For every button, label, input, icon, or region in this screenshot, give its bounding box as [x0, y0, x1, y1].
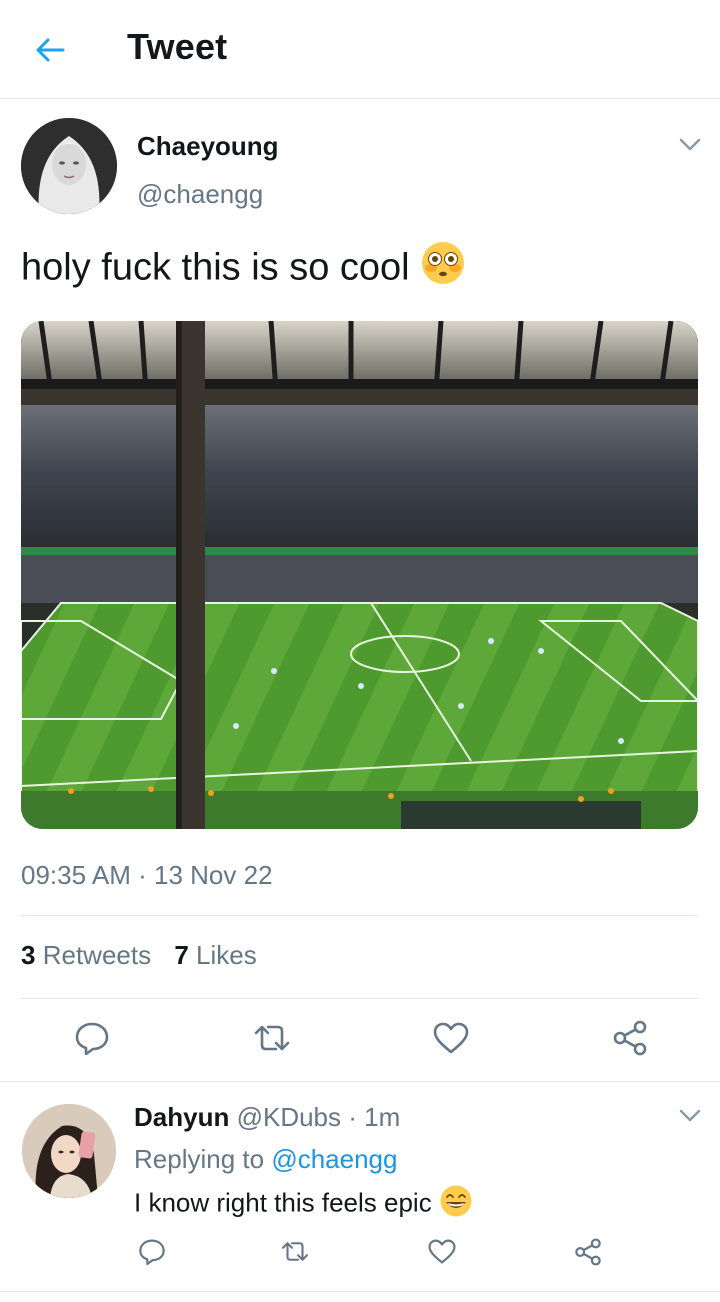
divider — [21, 998, 698, 999]
tweet-text-content: holy fuck this is so cool — [21, 246, 410, 289]
reply-text: I know right this feels epic — [134, 1184, 473, 1225]
divider — [0, 1291, 720, 1292]
reply-avatar[interactable] — [22, 1104, 116, 1198]
chevron-down-icon[interactable] — [676, 1102, 704, 1130]
reply-icon — [138, 1238, 166, 1270]
top-bar — [0, 0, 720, 99]
share-icon — [574, 1237, 602, 1271]
divider — [21, 915, 698, 916]
retweets-count: 3 — [21, 940, 36, 970]
divider — [0, 1081, 720, 1082]
reply-separator: · — [348, 1102, 357, 1132]
retweets-link[interactable]: 3 Retweets — [21, 940, 151, 970]
retweet-icon — [280, 1240, 310, 1268]
reply-reply-button[interactable] — [134, 1236, 170, 1272]
grinning-face-emoji-icon — [439, 1184, 473, 1225]
author-name[interactable]: Chaeyoung — [137, 131, 279, 162]
tweet-photo[interactable] — [21, 321, 698, 829]
replying-to-label: Replying to — [134, 1144, 265, 1174]
tweet-text: holy fuck this is so cool — [21, 240, 466, 299]
back-arrow-icon[interactable] — [30, 30, 70, 70]
retweet-icon — [252, 1023, 292, 1058]
likes-link[interactable]: 7 Likes — [174, 940, 256, 970]
retweets-label: Retweets — [42, 940, 152, 970]
reply-text-content: I know right this feels epic — [134, 1187, 432, 1218]
tweet-time: 09:35 AM — [21, 860, 131, 890]
like-button[interactable] — [430, 1020, 472, 1060]
tweet-stats: 3 Retweets 7 Likes — [21, 940, 257, 971]
reply-like-button[interactable] — [424, 1236, 460, 1272]
retweet-button[interactable] — [248, 1020, 296, 1060]
timestamp-separator: · — [138, 860, 147, 890]
reply-author-handle[interactable]: @KDubs — [237, 1102, 341, 1132]
reply-button[interactable] — [70, 1020, 114, 1060]
reply-author-name[interactable]: Dahyun — [134, 1102, 229, 1132]
reply-share-button[interactable] — [570, 1236, 606, 1272]
tweet-timestamp: 09:35 AM · 13 Nov 22 — [21, 860, 273, 891]
heart-icon — [428, 1239, 456, 1269]
page-title: Tweet — [127, 26, 228, 67]
replying-to: Replying to @chaengg — [134, 1144, 397, 1175]
tweet-date: 13 Nov 22 — [154, 860, 273, 890]
reply-header: Dahyun @KDubs · 1m — [134, 1102, 400, 1133]
likes-count: 7 — [174, 940, 189, 970]
replying-to-handle[interactable]: @chaengg — [271, 1144, 397, 1174]
share-icon — [612, 1020, 648, 1061]
share-button[interactable] — [610, 1020, 650, 1060]
reply-time: 1m — [364, 1102, 401, 1132]
reply-icon — [74, 1021, 110, 1060]
reply-retweet-button[interactable] — [277, 1236, 313, 1272]
flushed-face-emoji-icon — [420, 240, 466, 299]
likes-label: Likes — [196, 940, 257, 970]
heart-icon — [433, 1022, 469, 1059]
author-handle[interactable]: @chaengg — [137, 179, 263, 210]
chevron-down-icon[interactable] — [676, 131, 704, 159]
avatar[interactable] — [21, 118, 117, 214]
